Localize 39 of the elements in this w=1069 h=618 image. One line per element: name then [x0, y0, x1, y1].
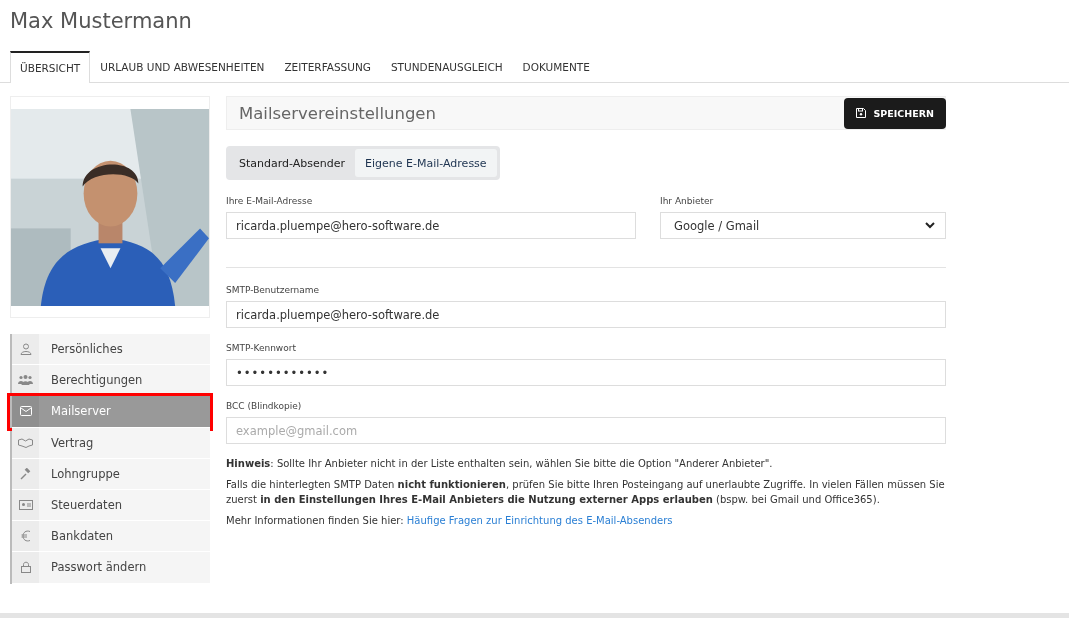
- field-label: Ihre E-Mail-Adresse: [226, 196, 314, 206]
- tab[interactable]: STUNDENAUSGLEICH: [380, 51, 513, 82]
- gavel-icon: [19, 467, 32, 480]
- password-field[interactable]: ••••••••••••: [226, 359, 946, 386]
- chevron-down-icon: [925, 222, 935, 229]
- username-field[interactable]: ricarda.pluempe@hero-software.de: [226, 301, 946, 328]
- bcc-field[interactable]: example@gmail.com: [226, 417, 946, 444]
- group-icon: [18, 375, 33, 386]
- handshake-icon: [18, 437, 33, 448]
- tab[interactable]: DOKUMENTE: [512, 51, 600, 82]
- sidebar-item[interactable]: Vertrag: [12, 427, 210, 459]
- email-field[interactable]: ricarda.pluempe@hero-software.de: [226, 212, 636, 239]
- euro-icon: [20, 530, 31, 543]
- sidebar-item[interactable]: Persönliches: [12, 334, 210, 366]
- sidebar-item[interactable]: Lohngruppe: [12, 458, 210, 490]
- sidebar-item[interactable]: Passwort ändern: [12, 552, 210, 584]
- sender-option[interactable]: Standard-Absender: [229, 149, 356, 177]
- tab[interactable]: ÜBERSICHT: [10, 51, 91, 83]
- tab[interactable]: URLAUB UND ABWESENHEITEN: [90, 51, 275, 82]
- save-button[interactable]: SPEICHERN: [844, 97, 946, 129]
- page-title: Max Mustermann: [9, 8, 193, 35]
- person-icon: [19, 343, 32, 356]
- sidebar-item[interactable]: Bankdaten: [12, 521, 210, 553]
- sender-option[interactable]: Eigene E-Mail-Adresse: [355, 149, 497, 177]
- tab[interactable]: ZEITERFASSUNG: [274, 51, 381, 82]
- lock-icon: [20, 561, 31, 574]
- id-card-icon: [18, 500, 33, 511]
- panel-title: Mailservereinstellungen: [238, 103, 436, 123]
- info-text: Mehr Informationen finden Sie hier:: [226, 515, 404, 526]
- note-text: Hinweis: Sollte Ihr Anbieter nicht in der Liste enthalten sein, wählen Sie bitte die Option "Anderer Anbieter".: [226, 457, 774, 471]
- faq-link[interactable]: Häufige Fragen zur Einrichtung des E-Mail-Absenders: [406, 515, 673, 526]
- field-label: Ihr Anbieter: [660, 196, 715, 206]
- note-text: Falls die hinterlegten SMTP Daten nicht funktionieren, prüfen Sie bitte Ihren Posteingang auf unerlaubte Zugriffe. In vielen Fällen müssen Sie zuerst in den Einstellungen Ihres E-Mail Anbieters die Nutzung externer Apps erlauben (bspw. bei Gmail und Office365).: [226, 478, 946, 507]
- provider-dropdown[interactable]: Google / Gmail: [660, 212, 946, 239]
- field-label: SMTP-Kennwort: [226, 343, 297, 353]
- sidebar-item[interactable]: Steuerdaten: [12, 489, 210, 522]
- mail-icon: [19, 406, 32, 417]
- field-label: BCC (Blindkopie): [226, 401, 303, 411]
- field-label: SMTP-Benutzername: [226, 285, 321, 295]
